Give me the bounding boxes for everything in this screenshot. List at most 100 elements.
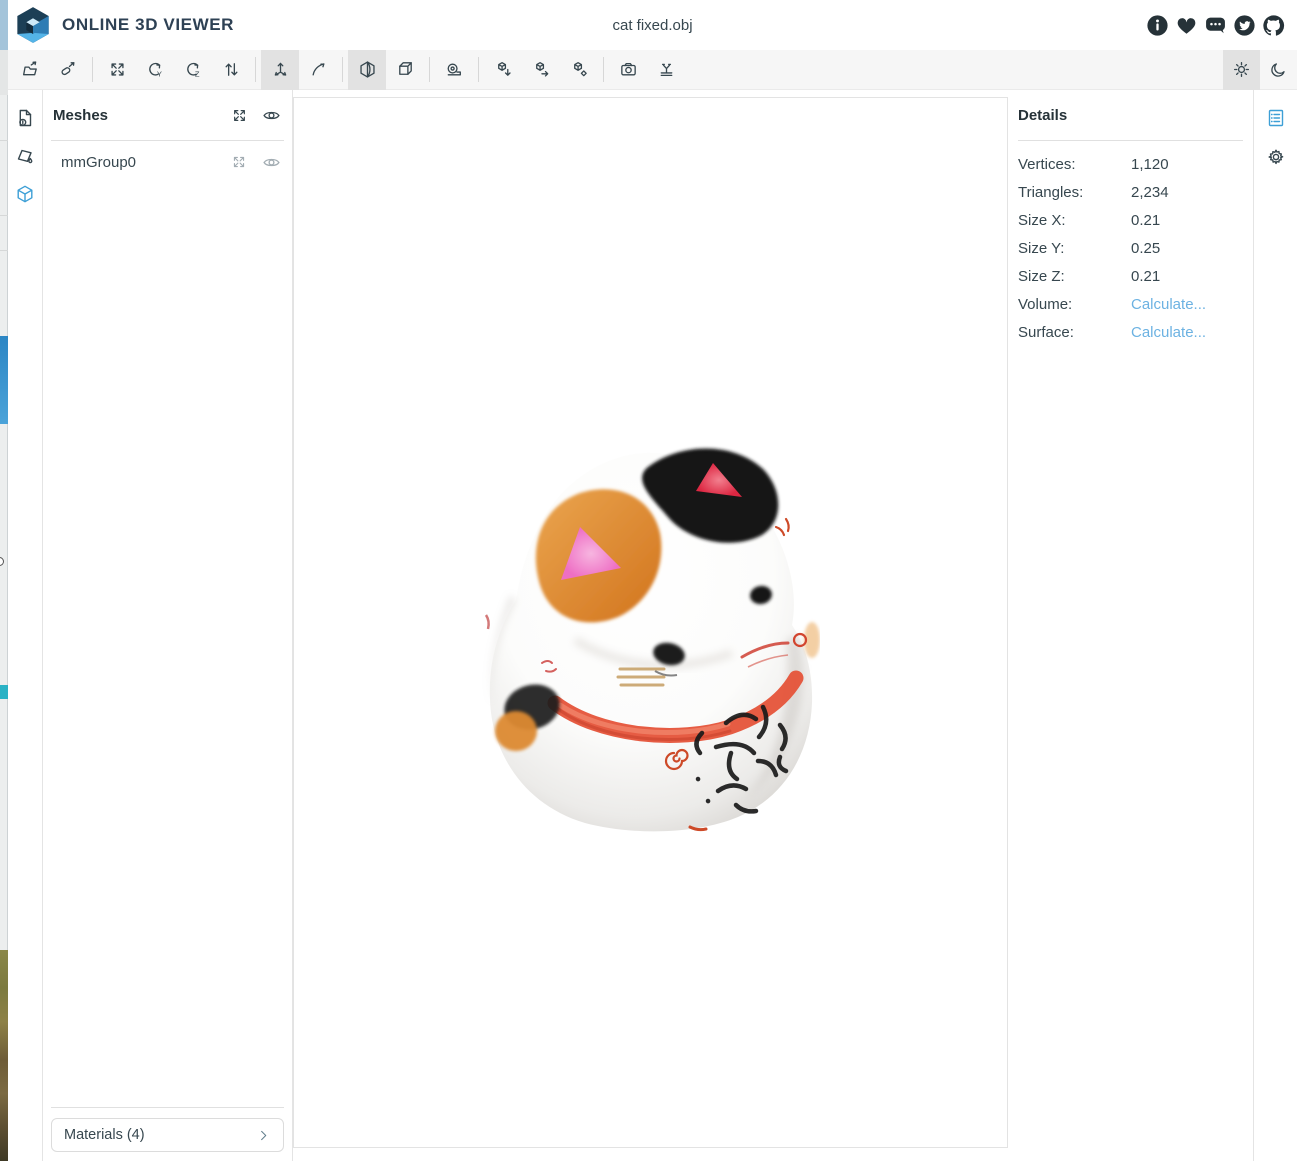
panel-divider bbox=[1018, 140, 1243, 141]
open-model-from-file-button[interactable] bbox=[11, 50, 49, 90]
detail-value: 0.25 bbox=[1131, 240, 1160, 257]
detail-value: 2,234 bbox=[1131, 184, 1169, 201]
calculate-surface-link[interactable]: Calculate... bbox=[1131, 324, 1206, 341]
details-tab-icon[interactable] bbox=[1265, 107, 1287, 128]
svg-text:Z: Z bbox=[194, 70, 199, 79]
strip-segment bbox=[0, 685, 8, 699]
details-panel-title: Details bbox=[1018, 107, 1243, 124]
detail-label: Triangles: bbox=[1018, 184, 1131, 201]
toggle-all-visibility-eye-icon[interactable] bbox=[260, 105, 282, 126]
mesh-list-item[interactable]: mmGroup0 bbox=[43, 141, 292, 183]
chat-icon[interactable] bbox=[1201, 11, 1229, 39]
detail-value: 0.21 bbox=[1131, 268, 1160, 285]
strip-wallpaper bbox=[0, 950, 8, 1161]
cat-model-render bbox=[480, 435, 820, 835]
header: ONLINE 3D VIEWER cat fixed.obj bbox=[8, 0, 1297, 50]
details-panel: Details Vertices: 1,120 Triangles: 2,234… bbox=[1008, 90, 1253, 1161]
light-theme-button[interactable] bbox=[1223, 50, 1260, 90]
toolbar-separator bbox=[255, 57, 256, 82]
strip-segment bbox=[0, 336, 8, 424]
detail-row-triangles: Triangles: 2,234 bbox=[1018, 178, 1243, 206]
info-icon[interactable] bbox=[1143, 11, 1171, 39]
fit-all-meshes-icon[interactable] bbox=[228, 105, 250, 126]
free-orbit-button[interactable] bbox=[299, 50, 337, 90]
fixed-up-vector-button[interactable] bbox=[261, 50, 299, 90]
twitter-icon[interactable] bbox=[1230, 11, 1258, 39]
detail-value: 1,120 bbox=[1131, 156, 1169, 173]
meshes-panel-header: Meshes bbox=[43, 90, 292, 140]
mesh-visibility-eye-icon[interactable] bbox=[260, 152, 282, 173]
background-window-strip bbox=[0, 0, 8, 1161]
panel-spacer bbox=[43, 183, 292, 1107]
create-snapshot-button[interactable] bbox=[609, 50, 647, 90]
right-icon-bar bbox=[1253, 90, 1297, 1161]
left-icon-bar bbox=[8, 90, 43, 1161]
materials-button[interactable]: Materials (4) bbox=[51, 1118, 284, 1152]
strip-line bbox=[0, 140, 8, 141]
detail-label: Vertices: bbox=[1018, 156, 1131, 173]
strip-segment bbox=[0, 50, 8, 95]
flat-shading-button[interactable] bbox=[386, 50, 424, 90]
chevron-right-icon bbox=[256, 1128, 271, 1143]
set-z-up-vector-button[interactable]: Z bbox=[174, 50, 212, 90]
svg-text:Y: Y bbox=[156, 70, 161, 79]
flip-up-vector-button[interactable] bbox=[212, 50, 250, 90]
print-3d-button[interactable] bbox=[647, 50, 685, 90]
meshes-tab-icon[interactable] bbox=[14, 183, 36, 204]
toolbar-separator bbox=[478, 57, 479, 82]
meshes-panel: Meshes mmGroup0 bbox=[43, 90, 293, 1161]
theme-switcher bbox=[1223, 50, 1297, 90]
settings-gear-icon[interactable] bbox=[1265, 146, 1287, 167]
detail-label: Size Z: bbox=[1018, 268, 1131, 285]
materials-button-label: Materials (4) bbox=[64, 1127, 256, 1143]
share-model-button[interactable] bbox=[560, 50, 598, 90]
panel-divider bbox=[51, 1107, 284, 1108]
toolbar: Y Z bbox=[8, 50, 1297, 90]
detail-label: Size X: bbox=[1018, 212, 1131, 229]
fit-mesh-icon[interactable] bbox=[228, 152, 250, 173]
strip-line bbox=[0, 250, 8, 251]
download-model-button[interactable] bbox=[484, 50, 522, 90]
mesh-item-label: mmGroup0 bbox=[61, 154, 218, 171]
measure-button[interactable] bbox=[435, 50, 473, 90]
calculate-volume-link[interactable]: Calculate... bbox=[1131, 296, 1206, 313]
detail-label: Size Y: bbox=[1018, 240, 1131, 257]
dark-theme-button[interactable] bbox=[1260, 50, 1297, 90]
detail-row-size-y: Size Y: 0.25 bbox=[1018, 234, 1243, 262]
toolbar-separator bbox=[342, 57, 343, 82]
detail-row-size-z: Size Z: 0.21 bbox=[1018, 262, 1243, 290]
set-y-up-vector-button[interactable]: Y bbox=[136, 50, 174, 90]
export-model-button[interactable] bbox=[522, 50, 560, 90]
detail-row-size-x: Size X: 0.21 bbox=[1018, 206, 1243, 234]
github-icon[interactable] bbox=[1259, 11, 1287, 39]
toolbar-separator bbox=[429, 57, 430, 82]
app-logo-icon[interactable] bbox=[14, 6, 52, 44]
strip-line bbox=[0, 215, 8, 216]
app-root: ONLINE 3D VIEWER cat fixed.obj bbox=[8, 0, 1297, 1161]
loaded-file-name: cat fixed.obj bbox=[612, 17, 692, 34]
main-area: Meshes mmGroup0 bbox=[8, 90, 1297, 1161]
toolbar-separator bbox=[92, 57, 93, 82]
detail-row-vertices: Vertices: 1,120 bbox=[1018, 150, 1243, 178]
heart-icon[interactable] bbox=[1172, 11, 1200, 39]
meshes-panel-title: Meshes bbox=[53, 107, 218, 124]
open-model-from-url-button[interactable] bbox=[49, 50, 87, 90]
details-rows: Vertices: 1,120 Triangles: 2,234 Size X:… bbox=[1018, 150, 1243, 346]
smooth-shading-button[interactable] bbox=[348, 50, 386, 90]
detail-label: Surface: bbox=[1018, 324, 1131, 341]
materials-tab-icon[interactable] bbox=[14, 145, 36, 166]
detail-label: Volume: bbox=[1018, 296, 1131, 313]
strip-segment bbox=[0, 0, 8, 50]
details-panel-header: Details bbox=[1018, 90, 1243, 140]
detail-row-surface: Surface: Calculate... bbox=[1018, 318, 1243, 346]
detail-row-volume: Volume: Calculate... bbox=[1018, 290, 1243, 318]
toolbar-separator bbox=[603, 57, 604, 82]
online-3d-viewer-window: { "header": { "app_title": "ONLINE 3D VI… bbox=[0, 0, 1297, 1161]
strip-partial-icon bbox=[0, 557, 4, 566]
file-details-tab-icon[interactable] bbox=[14, 107, 36, 128]
viewport-3d-canvas[interactable] bbox=[293, 97, 1008, 1148]
detail-value: 0.21 bbox=[1131, 212, 1160, 229]
fit-model-to-window-button[interactable] bbox=[98, 50, 136, 90]
header-social-links bbox=[1143, 11, 1291, 39]
app-title: ONLINE 3D VIEWER bbox=[62, 15, 234, 35]
